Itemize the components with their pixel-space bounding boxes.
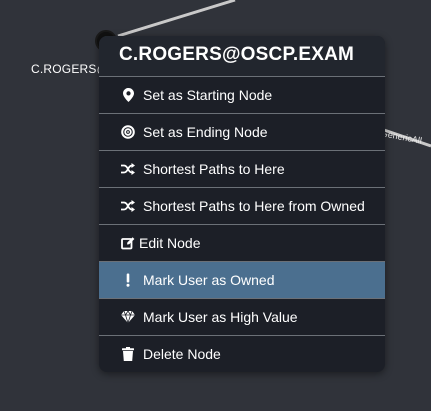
menu-item-label: Mark User as Owned bbox=[143, 272, 275, 288]
menu-item-label: Shortest Paths to Here bbox=[143, 161, 285, 177]
node-context-menu: C.ROGERS@OSCP.EXAM Set as Starting Node … bbox=[99, 36, 385, 372]
random-icon bbox=[121, 199, 135, 213]
shortest-paths-from-owned-item[interactable]: Shortest Paths to Here from Owned bbox=[99, 187, 385, 224]
set-ending-node-item[interactable]: Set as Ending Node bbox=[99, 113, 385, 150]
gem-icon bbox=[121, 310, 135, 324]
node-label: C.ROGERS@ bbox=[31, 62, 109, 76]
edit-node-item[interactable]: Edit Node bbox=[99, 224, 385, 261]
random-icon bbox=[121, 162, 135, 176]
bullseye-icon bbox=[121, 125, 135, 139]
exclamation-icon bbox=[121, 273, 135, 287]
mark-high-value-item[interactable]: Mark User as High Value bbox=[99, 298, 385, 335]
menu-item-label: Delete Node bbox=[143, 346, 221, 362]
edit-icon bbox=[121, 236, 135, 250]
menu-item-label: Edit Node bbox=[139, 235, 201, 251]
trash-icon bbox=[121, 347, 135, 361]
edge-line-top[interactable] bbox=[117, 0, 236, 38]
menu-item-label: Shortest Paths to Here from Owned bbox=[143, 198, 365, 214]
menu-item-label: Set as Starting Node bbox=[143, 87, 273, 103]
set-starting-node-item[interactable]: Set as Starting Node bbox=[99, 76, 385, 113]
mark-owned-item[interactable]: Mark User as Owned bbox=[99, 261, 385, 298]
menu-item-label: Set as Ending Node bbox=[143, 124, 268, 140]
shortest-paths-item[interactable]: Shortest Paths to Here bbox=[99, 150, 385, 187]
map-marker-icon bbox=[121, 88, 135, 102]
delete-node-item[interactable]: Delete Node bbox=[99, 335, 385, 372]
menu-item-label: Mark User as High Value bbox=[143, 309, 298, 325]
context-menu-title: C.ROGERS@OSCP.EXAM bbox=[99, 36, 385, 76]
